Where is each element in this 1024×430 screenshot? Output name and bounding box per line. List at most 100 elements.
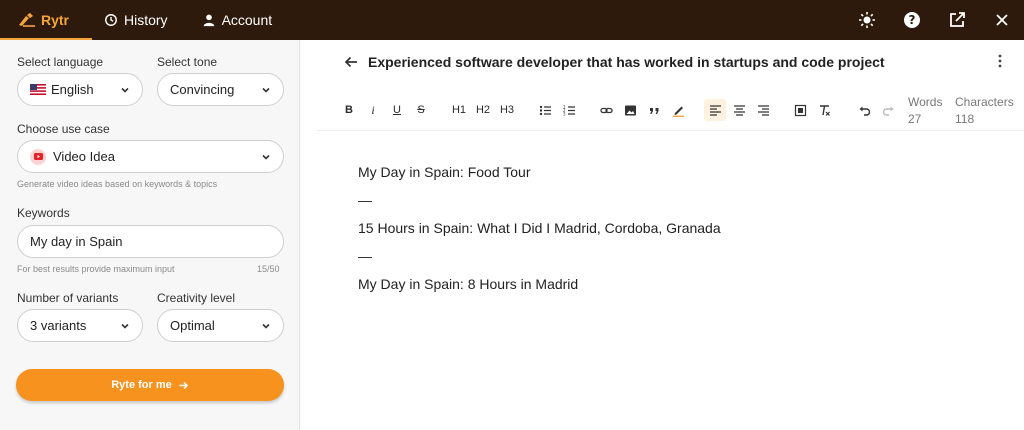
language-select[interactable]: English bbox=[17, 73, 143, 106]
tone-value: Convincing bbox=[170, 82, 235, 97]
keywords-input[interactable]: My day in Spain bbox=[17, 225, 284, 258]
words-value: 27 bbox=[908, 112, 922, 126]
nav-account-label: Account bbox=[221, 12, 273, 28]
editor-content[interactable]: My Day in Spain: Food Tour — 15 Hours in… bbox=[358, 158, 721, 298]
top-bar: Rytr History Account ? bbox=[0, 0, 1024, 40]
back-arrow-icon[interactable] bbox=[343, 54, 359, 70]
bullet-list-icon bbox=[539, 105, 551, 115]
keywords-hint: For best results provide maximum input bbox=[17, 264, 175, 274]
insert-block-button[interactable] bbox=[791, 99, 809, 121]
use-case-hint: Generate video ideas based on keywords &… bbox=[17, 179, 218, 189]
undo-button[interactable] bbox=[855, 99, 873, 121]
redo-icon bbox=[882, 106, 893, 116]
rytr-logo-icon bbox=[19, 13, 35, 27]
variants-select[interactable]: 3 variants bbox=[17, 309, 143, 342]
characters-label: Characters bbox=[955, 95, 1014, 109]
arrow-right-icon bbox=[179, 381, 188, 389]
format-toolbar: B i U S H1 H2 H3 123 Words 27 Characters… bbox=[317, 89, 1024, 131]
creativity-select[interactable]: Optimal bbox=[157, 309, 284, 342]
align-right-button[interactable] bbox=[754, 99, 772, 121]
document-title[interactable]: Experienced software developer that has … bbox=[368, 54, 885, 70]
heading2-button[interactable]: H2 bbox=[472, 99, 494, 121]
block-icon bbox=[794, 104, 806, 116]
brand-label: Rytr bbox=[41, 12, 70, 28]
undo-icon bbox=[859, 106, 870, 116]
creativity-value: Optimal bbox=[170, 318, 215, 333]
numbered-list-button[interactable]: 123 bbox=[560, 99, 578, 121]
external-link-icon bbox=[949, 12, 965, 27]
strikethrough-button[interactable]: S bbox=[413, 99, 429, 121]
history-icon bbox=[105, 14, 117, 26]
chevron-down-icon bbox=[121, 87, 129, 93]
tone-label: Select tone bbox=[157, 55, 218, 69]
align-left-icon bbox=[709, 104, 721, 116]
editor-line: 15 Hours in Spain: What I Did I Madrid, … bbox=[358, 220, 721, 236]
editor-divider: — bbox=[358, 248, 372, 264]
open-external-button[interactable] bbox=[934, 0, 979, 40]
editor-panel: Experienced software developer that has … bbox=[301, 40, 1024, 430]
link-button[interactable] bbox=[597, 99, 615, 121]
numbered-list-icon: 123 bbox=[563, 104, 575, 116]
help-button[interactable]: ? bbox=[889, 0, 934, 40]
use-case-label: Choose use case bbox=[17, 122, 110, 136]
nav-account[interactable]: Account bbox=[190, 0, 285, 40]
editor-divider: — bbox=[358, 192, 372, 208]
image-button[interactable] bbox=[621, 99, 639, 121]
bold-button[interactable]: B bbox=[341, 99, 357, 121]
chevron-down-icon bbox=[121, 323, 129, 329]
align-right-icon bbox=[757, 104, 769, 116]
clear-format-button[interactable] bbox=[815, 99, 833, 121]
character-count: Characters 118 bbox=[955, 94, 1014, 128]
heading1-button[interactable]: H1 bbox=[448, 99, 470, 121]
quote-icon bbox=[649, 107, 658, 114]
close-icon bbox=[995, 14, 1008, 26]
italic-button[interactable]: i bbox=[365, 99, 381, 121]
keywords-char-count: 15/50 bbox=[257, 264, 280, 274]
close-button[interactable] bbox=[979, 0, 1024, 40]
brand-tab[interactable]: Rytr bbox=[0, 0, 92, 40]
more-options-icon[interactable] bbox=[993, 53, 1007, 69]
words-label: Words bbox=[908, 95, 943, 109]
settings-panel: Select language Select tone English Conv… bbox=[0, 40, 300, 430]
keywords-label: Keywords bbox=[17, 206, 70, 220]
creativity-label: Creativity level bbox=[157, 291, 236, 305]
theme-toggle-button[interactable] bbox=[844, 0, 889, 40]
tone-select[interactable]: Convincing bbox=[157, 73, 284, 106]
variants-value: 3 variants bbox=[30, 318, 87, 333]
image-icon bbox=[624, 105, 636, 115]
word-count: Words 27 bbox=[908, 94, 942, 128]
align-center-icon bbox=[733, 104, 745, 116]
underline-button[interactable]: U bbox=[389, 99, 405, 121]
bullet-list-button[interactable] bbox=[536, 99, 554, 121]
sun-icon bbox=[858, 12, 875, 28]
language-label: Select language bbox=[17, 55, 104, 69]
help-icon: ? bbox=[903, 12, 920, 28]
editor-line: My Day in Spain: 8 Hours in Madrid bbox=[358, 276, 579, 292]
align-center-button[interactable] bbox=[730, 99, 748, 121]
use-case-value: Video Idea bbox=[53, 149, 115, 164]
svg-text:?: ? bbox=[908, 13, 915, 27]
align-left-button[interactable] bbox=[704, 99, 726, 121]
redo-button[interactable] bbox=[879, 99, 897, 121]
chevron-down-icon bbox=[262, 154, 270, 160]
language-value: English bbox=[51, 82, 94, 97]
heading3-button[interactable]: H3 bbox=[496, 99, 518, 121]
ryte-button-label: Ryte for me bbox=[111, 379, 172, 391]
us-flag-icon bbox=[30, 84, 46, 95]
editor-line: My Day in Spain: Food Tour bbox=[358, 164, 531, 180]
highlight-pen-icon bbox=[672, 106, 684, 117]
ryte-for-me-button[interactable]: Ryte for me bbox=[16, 369, 284, 401]
quote-button[interactable] bbox=[645, 99, 663, 121]
svg-text:3: 3 bbox=[563, 111, 566, 116]
use-case-select[interactable]: Video Idea bbox=[17, 140, 284, 173]
nav-history-label: History bbox=[124, 12, 168, 28]
highlight-button[interactable] bbox=[669, 99, 687, 121]
keywords-value: My day in Spain bbox=[30, 234, 123, 249]
variants-label: Number of variants bbox=[17, 291, 119, 305]
chevron-down-icon bbox=[262, 87, 270, 93]
characters-value: 118 bbox=[955, 112, 975, 126]
link-icon bbox=[599, 107, 613, 113]
youtube-icon bbox=[30, 148, 46, 165]
chevron-down-icon bbox=[262, 323, 270, 329]
nav-history[interactable]: History bbox=[92, 0, 180, 40]
